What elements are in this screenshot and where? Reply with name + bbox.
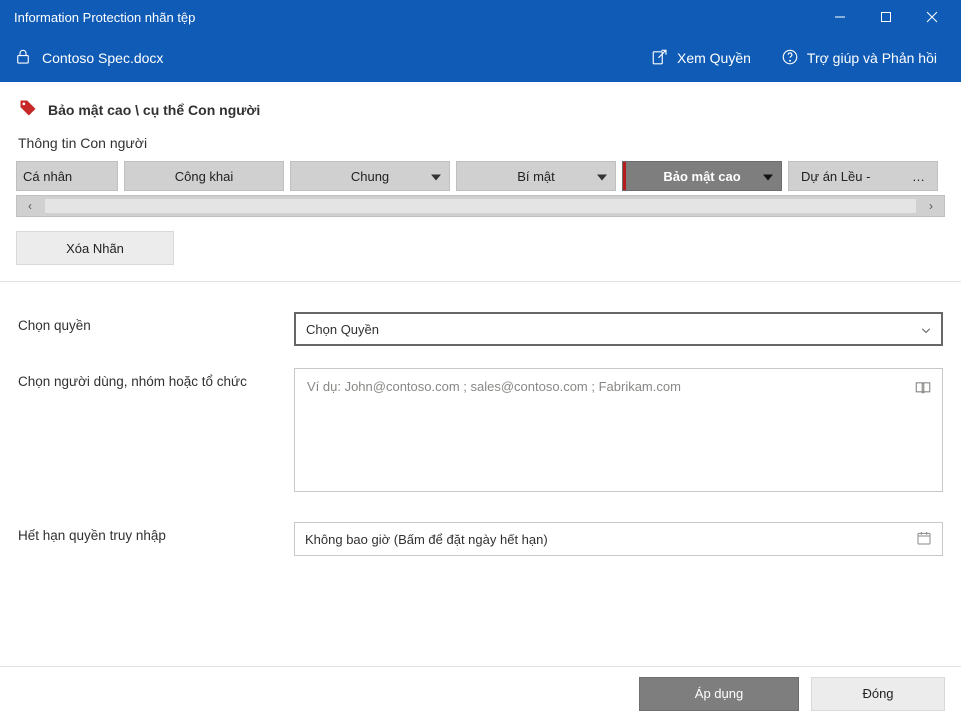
filename: Contoso Spec.docx [42,50,163,66]
tab-project[interactable]: Dự án Lều - … [788,161,938,191]
scroll-left-button[interactable]: ‹ [17,199,43,213]
help-feedback-label: Trợ giúp và Phản hồi [807,50,937,66]
current-label-strip: Bảo mật cao \ cụ thể Con người [0,82,961,131]
chevron-down-icon [597,169,607,184]
scroll-right-button[interactable]: › [918,199,944,213]
chevron-down-icon [431,169,441,184]
footer: Áp dụng Đóng [0,666,961,720]
toolbar: Contoso Spec.docx Xem Quyền Trợ giúp và … [0,34,961,82]
view-permissions-label: Xem Quyền [677,50,751,66]
permissions-icon [651,48,669,69]
sensitivity-tabs: Cá nhân Công khai Chung Bí mật Bảo mật c… [16,161,945,191]
maximize-button[interactable] [863,1,909,33]
tabs-scrollbar[interactable]: ‹ › [16,195,945,217]
chevron-down-icon [763,169,773,184]
current-label-text: Bảo mật cao \ cụ thể Con người [48,102,260,118]
tag-icon [18,98,38,121]
close-button[interactable] [909,1,955,33]
address-book-icon[interactable] [914,379,932,400]
expire-access-label: Hết hạn quyền truy nhập [18,522,294,543]
choose-users-placeholder: Ví dụ: John@contoso.com ; sales@contoso.… [307,379,681,394]
tab-public[interactable]: Công khai [124,161,284,191]
help-feedback-button[interactable]: Trợ giúp và Phản hồi [771,42,947,75]
choose-users-input[interactable]: Ví dụ: John@contoso.com ; sales@contoso.… [294,368,943,492]
expire-access-input[interactable]: Không bao giờ (Bấm để đặt ngày hết hạn) [294,522,943,556]
tab-personal[interactable]: Cá nhân [16,161,118,191]
section-heading: Thông tin Con người [0,131,961,161]
tab-general[interactable]: Chung [290,161,450,191]
close-dialog-button[interactable]: Đóng [811,677,945,711]
calendar-icon[interactable] [916,530,932,549]
view-permissions-button[interactable]: Xem Quyền [641,42,761,75]
scroll-track[interactable] [45,199,916,213]
chevron-down-icon [921,322,931,337]
minimize-button[interactable] [817,1,863,33]
choose-permissions-label: Chọn quyền [18,312,294,333]
ellipsis-icon: … [912,169,925,184]
tab-highly-confidential[interactable]: Bảo mật cao [622,161,782,191]
help-icon [781,48,799,69]
window-title: Information Protection nhãn tệp [14,10,817,25]
lock-icon [14,48,32,69]
tab-confidential[interactable]: Bí mật [456,161,616,191]
choose-users-label: Chọn người dùng, nhóm hoặc tổ chức [18,368,294,389]
apply-button[interactable]: Áp dụng [639,677,799,711]
titlebar: Information Protection nhãn tệp [0,0,961,34]
choose-permissions-select[interactable]: Chọn Quyền [294,312,943,346]
delete-label-button[interactable]: Xóa Nhãn [16,231,174,265]
divider [0,281,961,282]
choose-permissions-value: Chọn Quyền [306,322,921,337]
expire-access-value: Không bao giờ (Bấm để đặt ngày hết hạn) [305,532,916,547]
file-info: Contoso Spec.docx [14,48,631,69]
